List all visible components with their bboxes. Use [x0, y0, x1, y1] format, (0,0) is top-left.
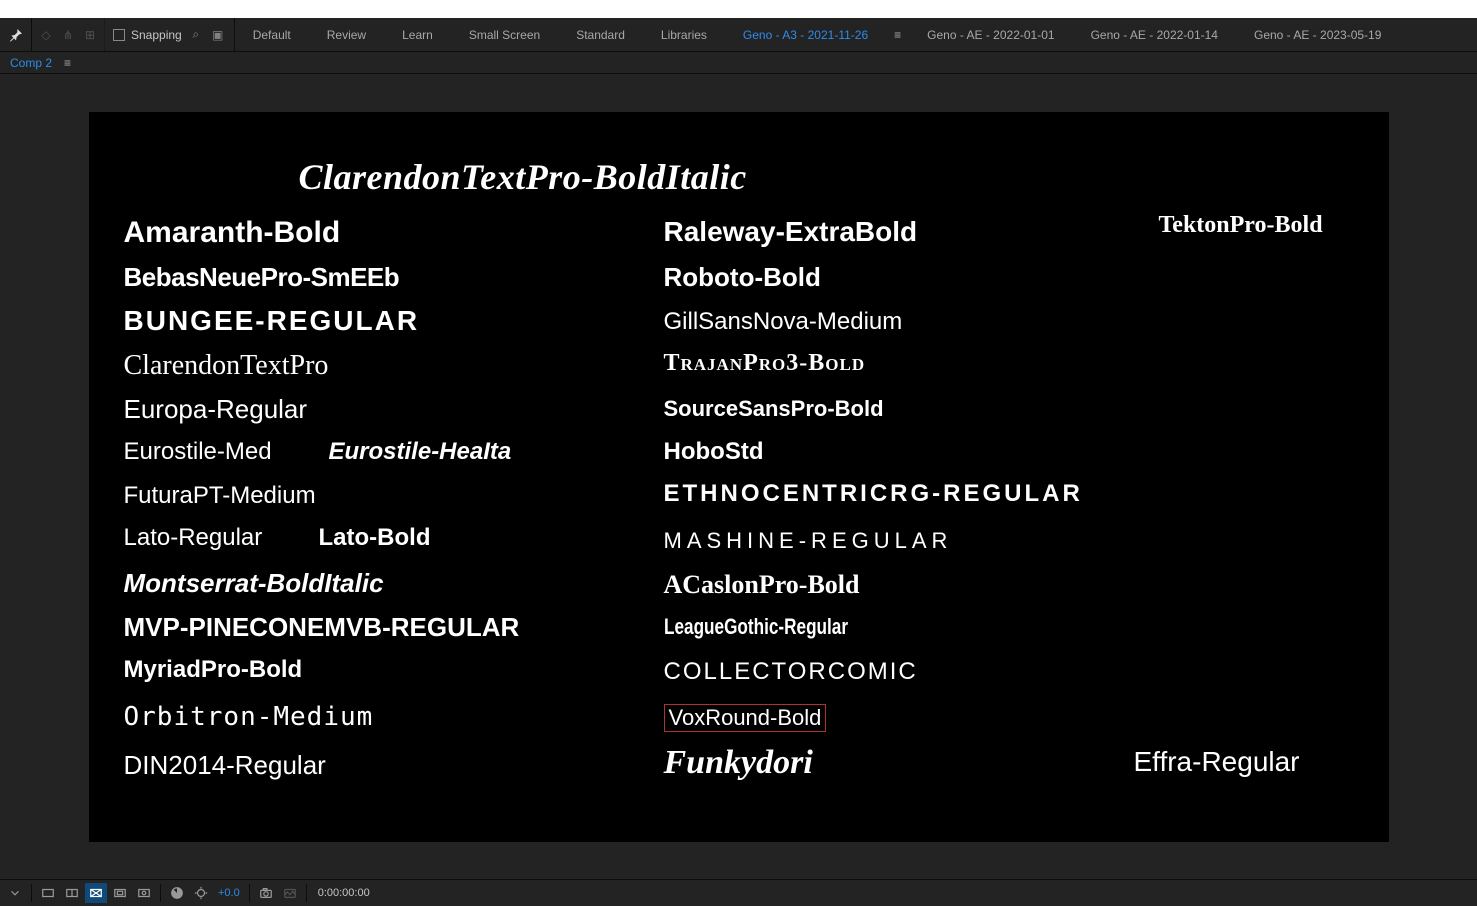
text-layer-title[interactable]: ClarendonTextPro-BoldItalic — [299, 156, 747, 198]
text-layer-futura[interactable]: FuturaPT-Medium — [124, 482, 316, 510]
node-tool-1-icon[interactable]: ◇ — [38, 27, 54, 43]
text-layer-funkydori[interactable]: Funkydori — [664, 744, 813, 782]
separator — [31, 884, 32, 902]
node-tools-group: ◇ ⋔ ⊞ — [32, 18, 105, 51]
text-layer-bungee[interactable]: BUNGEE-REGULAR — [124, 305, 420, 337]
main-toolbar: ◇ ⋔ ⊞ Snapping ⌕ ▣ Default Review Learn … — [0, 18, 1477, 52]
text-layer-mashine[interactable]: MASHINE-REGULAR — [664, 528, 953, 554]
text-layer-din[interactable]: DIN2014-Regular — [124, 750, 326, 781]
viewer-footer: +0.0 0:00:00:00 — [0, 879, 1477, 906]
text-layer-acaslon[interactable]: ACaslonPro-Bold — [664, 570, 860, 600]
separator — [306, 884, 307, 902]
text-layer-lato-regular[interactable]: Lato-Regular — [124, 524, 263, 552]
node-tool-3-icon[interactable]: ⊞ — [82, 27, 98, 43]
text-layer-bebas[interactable]: BebasNeuePro-SmEEb — [124, 262, 400, 293]
text-layer-eurostile-heaita[interactable]: Eurostile-HeaIta — [329, 438, 512, 466]
text-layer-gillsans[interactable]: GillSansNova-Medium — [664, 308, 903, 336]
separator — [160, 884, 161, 902]
toggle-alpha-button[interactable] — [37, 883, 59, 903]
text-layer-lato-bold[interactable]: Lato-Bold — [319, 524, 431, 552]
text-layer-leaguegothic[interactable]: LeagueGothic-Regular — [664, 614, 848, 640]
text-layer-myriad[interactable]: MyriadPro-Bold — [124, 656, 303, 684]
workspace-geno-a3[interactable]: Geno - A3 - 2021-11-26 — [725, 28, 886, 42]
workspace-review[interactable]: Review — [309, 28, 384, 42]
text-layer-montserrat[interactable]: Montserrat-BoldItalic — [124, 568, 384, 599]
text-layer-eurostile-med[interactable]: Eurostile-Med — [124, 438, 272, 466]
snapping-label: Snapping — [131, 28, 182, 42]
text-layer-trajan[interactable]: TrajanPro3-Bold — [664, 350, 866, 377]
text-layer-effra[interactable]: Effra-Regular — [1134, 746, 1300, 778]
workspace-geno-ae-2[interactable]: Geno - AE - 2022-01-14 — [1073, 28, 1236, 42]
toggle-transparency-grid-button[interactable] — [85, 883, 107, 903]
text-layer-collector[interactable]: COLLECTORCOMIC — [664, 658, 918, 686]
workspace-geno-ae-1[interactable]: Geno - AE - 2022-01-01 — [909, 28, 1072, 42]
workspace-learn[interactable]: Learn — [384, 28, 451, 42]
toggle-titlesafe-button[interactable] — [133, 883, 155, 903]
exposure-reset-button[interactable] — [190, 883, 212, 903]
text-layer-orbitron[interactable]: Orbitron-Medium — [124, 702, 374, 732]
separator — [249, 884, 250, 902]
exposure-value[interactable]: +0.0 — [214, 887, 244, 899]
toolbar-left-group: ◇ ⋔ ⊞ Snapping ⌕ ▣ — [0, 18, 235, 51]
text-layer-europa[interactable]: Europa-Regular — [124, 394, 308, 425]
text-layer-voxround-selected[interactable]: VoxRound-Bold — [664, 704, 827, 732]
workspace-bar: Default Review Learn Small Screen Standa… — [235, 18, 1477, 51]
text-layer-raleway[interactable]: Raleway-ExtraBold — [664, 216, 918, 248]
text-layer-roboto[interactable]: Roboto-Bold — [664, 262, 821, 293]
node-tool-2-icon[interactable]: ⋔ — [60, 27, 76, 43]
panel-tab-row: Comp 2 ≡ — [0, 52, 1477, 74]
show-snapshot-button[interactable] — [279, 883, 301, 903]
toggle-mask-button[interactable] — [109, 883, 131, 903]
text-layer-ethnocentric[interactable]: ETHNOCENTRICRG-REGULAR — [664, 480, 1083, 508]
workspace-geno-ae-3[interactable]: Geno - AE - 2023-05-19 — [1236, 28, 1399, 42]
text-layer-hobo[interactable]: HoboStd — [664, 438, 764, 466]
panel-menu-icon[interactable]: ≡ — [58, 56, 77, 70]
workspace-libraries[interactable]: Libraries — [643, 28, 725, 42]
text-layer-tekton[interactable]: TektonPro-Bold — [1159, 212, 1323, 239]
text-layer-clarendontextpro[interactable]: ClarendonTextPro — [124, 350, 329, 382]
toggle-rgb-button[interactable] — [61, 883, 83, 903]
current-time-display[interactable]: 0:00:00:00 — [312, 887, 376, 899]
magnet-icon[interactable]: ⌕ — [188, 27, 204, 43]
window-chrome-top — [0, 0, 1477, 18]
workspace-standard[interactable]: Standard — [558, 28, 643, 42]
text-layer-sourcesans[interactable]: SourceSansPro-Bold — [664, 396, 884, 422]
viewer-shell: ClarendonTextPro-BoldItalic Amaranth-Bol… — [0, 74, 1477, 879]
comp-tab[interactable]: Comp 2 — [4, 56, 58, 70]
bounding-box-icon[interactable]: ▣ — [210, 27, 226, 43]
snapping-checkbox[interactable] — [113, 29, 125, 41]
text-layer-mvp[interactable]: MVP-PINECONEMVB-REGULAR — [124, 612, 520, 643]
footer-dropdown-button[interactable] — [4, 883, 26, 903]
color-management-button[interactable] — [166, 883, 188, 903]
text-layer-amaranth[interactable]: Amaranth-Bold — [124, 216, 341, 250]
workspace-small-screen[interactable]: Small Screen — [451, 28, 558, 42]
pin-button[interactable] — [0, 18, 32, 51]
composition-canvas: ClarendonTextPro-BoldItalic Amaranth-Bol… — [89, 112, 1389, 842]
snapping-group: Snapping ⌕ ▣ — [105, 18, 235, 51]
workspace-active-menu-icon[interactable]: ≡ — [886, 28, 909, 42]
snapshot-button[interactable] — [255, 883, 277, 903]
workspace-default[interactable]: Default — [235, 28, 309, 42]
composition-viewer[interactable]: ClarendonTextPro-BoldItalic Amaranth-Bol… — [0, 74, 1477, 879]
pin-icon — [8, 27, 24, 43]
